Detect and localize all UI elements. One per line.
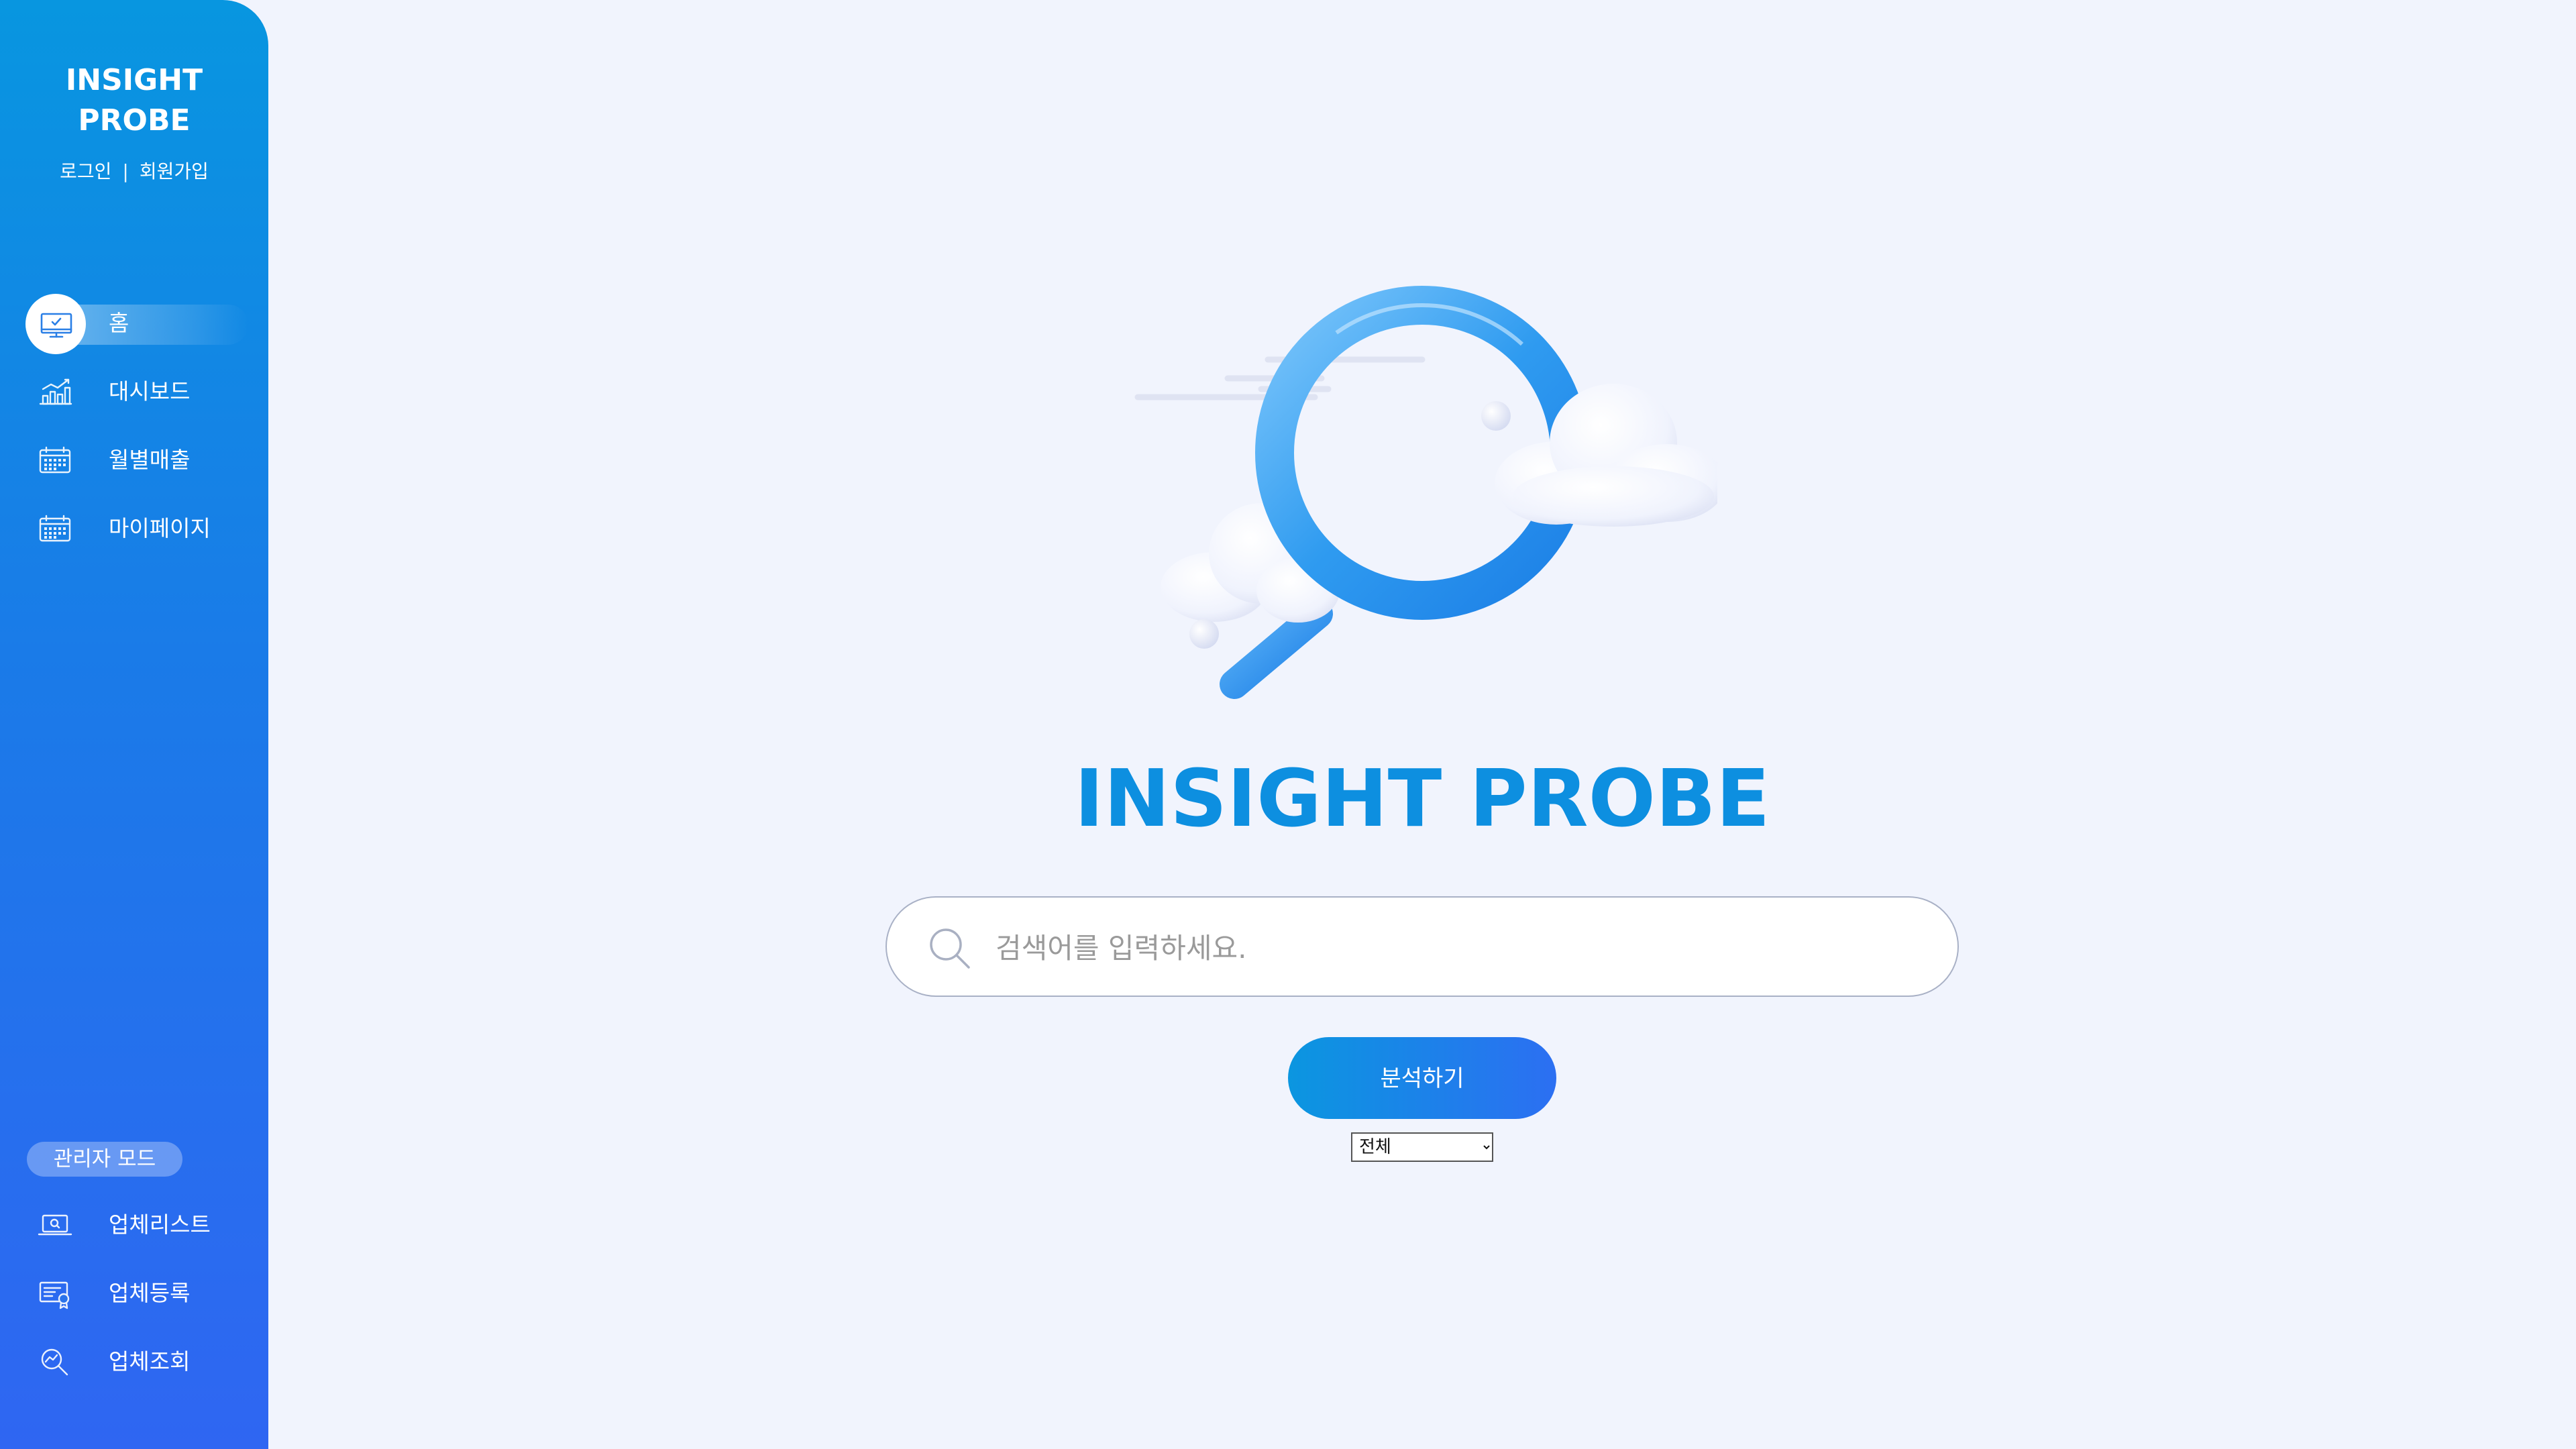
sidebar-item-label: 홈: [109, 310, 129, 336]
scope-select[interactable]: 전체: [1351, 1132, 1493, 1162]
brand-line-1: INSIGHT: [65, 63, 203, 97]
sidebar-item-company-register[interactable]: 업체등록: [0, 1264, 268, 1323]
sidebar-item-dashboard[interactable]: 대시보드: [0, 362, 268, 421]
sidebar-item-company-search[interactable]: 업체조회: [0, 1332, 268, 1391]
analyze-button[interactable]: 분석하기: [1288, 1037, 1556, 1119]
cloud-right: [1495, 384, 1726, 527]
sidebar-item-home[interactable]: 홈: [0, 294, 268, 354]
sidebar-item-label: 업체조회: [109, 1348, 191, 1375]
sidebar: INSIGHT PROBE 로그인 | 회원가입 홈 대시보드 월별매출 마이페…: [0, 0, 268, 1449]
monitor-check-icon: [36, 309, 76, 341]
chart-search-icon: [35, 1346, 75, 1378]
sidebar-item-company-list[interactable]: 업체리스트: [0, 1195, 268, 1254]
search-icon: [927, 926, 971, 970]
magnifier-clouds-illustration: [1127, 282, 1726, 711]
sidebar-item-label: 마이페이지: [109, 515, 211, 541]
admin-mode-badge: 관리자 모드: [27, 1142, 182, 1177]
sidebar-item-mypage[interactable]: 마이페이지: [0, 499, 268, 558]
sidebar-item-monthly-sales[interactable]: 월별매출: [0, 431, 268, 490]
certificate-icon: [35, 1277, 75, 1309]
search-bar[interactable]: [885, 896, 1959, 997]
laptop-search-icon: [35, 1209, 75, 1241]
sidebar-item-label: 업체리스트: [109, 1212, 211, 1238]
calendar-icon: [35, 513, 75, 545]
calendar-icon: [35, 444, 75, 476]
page-title: INSIGHT PROBE: [1074, 752, 1770, 845]
signup-link[interactable]: 회원가입: [140, 160, 209, 182]
sidebar-item-label: 대시보드: [109, 378, 191, 405]
auth-separator: |: [122, 160, 129, 182]
sidebar-item-label: 월별매출: [109, 447, 191, 473]
bar-chart-icon: [35, 376, 75, 408]
brand-line-2: PROBE: [78, 103, 191, 138]
search-input[interactable]: [994, 918, 1920, 978]
active-highlight: [67, 305, 248, 345]
auth-links: 로그인 | 회원가입: [0, 158, 268, 185]
sidebar-item-label: 업체등록: [109, 1280, 191, 1306]
login-link[interactable]: 로그인: [60, 160, 111, 182]
sidebar-brand[interactable]: INSIGHT PROBE: [0, 60, 268, 141]
